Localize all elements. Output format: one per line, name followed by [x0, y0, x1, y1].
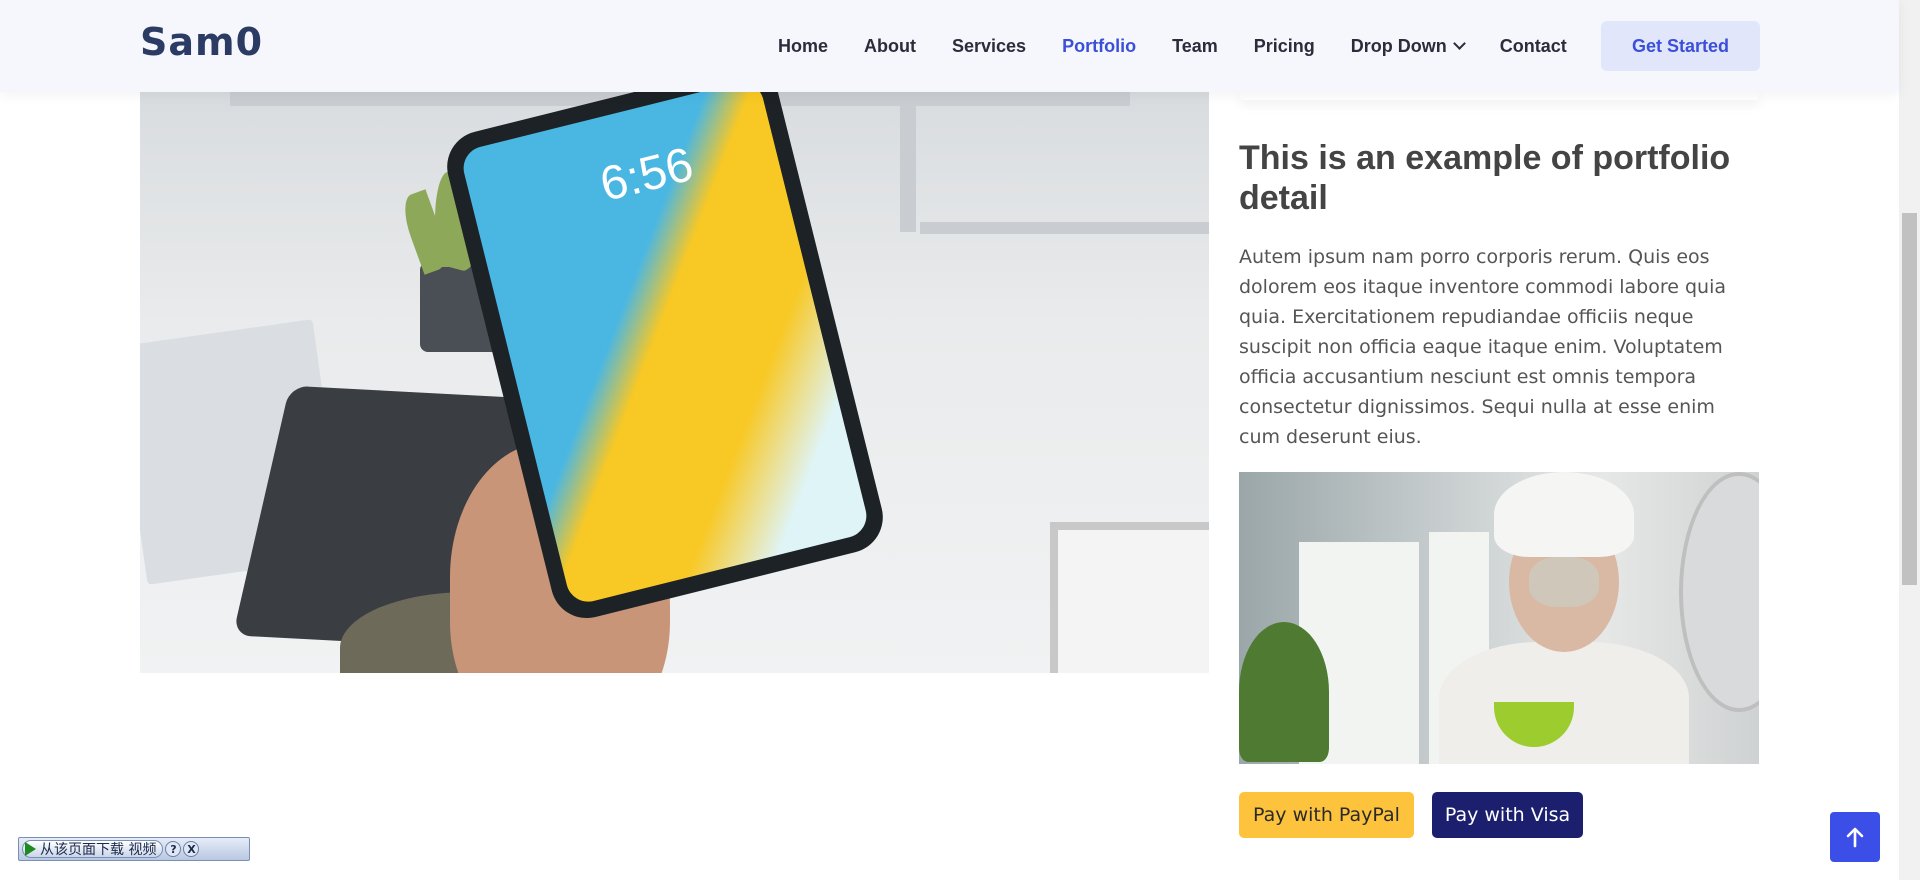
nav-team[interactable]: Team: [1154, 36, 1236, 57]
play-icon: [25, 842, 36, 856]
nav-about[interactable]: About: [846, 36, 934, 57]
nav-home[interactable]: Home: [760, 36, 846, 57]
pay-with-paypal-button[interactable]: Pay with PayPal: [1239, 792, 1414, 838]
back-to-top-button[interactable]: [1830, 812, 1880, 862]
section-heading-fragment: [640, 870, 720, 880]
download-video-label: 从该页面下载 视频: [40, 842, 157, 858]
site-header: Sam0 Home About Services Portfolio Team …: [0, 0, 1899, 92]
get-started-button[interactable]: Get Started: [1601, 21, 1760, 71]
arrow-up-icon: [1846, 827, 1864, 848]
window-frame: [900, 92, 916, 232]
nav-services[interactable]: Services: [934, 36, 1044, 57]
plant-image: [1239, 622, 1329, 762]
tablet-time: 6:56: [595, 137, 699, 212]
help-button[interactable]: ?: [165, 841, 182, 857]
pay-with-visa-button[interactable]: Pay with Visa: [1432, 792, 1583, 838]
face-mask-image: [1529, 557, 1599, 607]
portfolio-side-image: [1239, 472, 1759, 764]
nav-dropdown-label: Drop Down: [1350, 35, 1447, 56]
close-button[interactable]: X: [183, 841, 200, 857]
main-nav: Home About Services Portfolio Team Prici…: [760, 0, 1585, 92]
download-video-button[interactable]: 从该页面下载 视频: [22, 840, 164, 858]
chevron-down-icon: [1452, 36, 1466, 50]
mirror-image: [1679, 472, 1759, 712]
portfolio-title: This is an example of portfolio detail: [1239, 139, 1731, 217]
logo[interactable]: Sam0: [140, 20, 263, 64]
nav-portfolio[interactable]: Portfolio: [1044, 36, 1154, 57]
window-frame: [920, 222, 1209, 234]
towel-image: [1494, 472, 1634, 557]
nav-contact[interactable]: Contact: [1482, 36, 1585, 57]
box-image: [1050, 522, 1209, 673]
nav-pricing[interactable]: Pricing: [1236, 36, 1333, 57]
scrollbar-thumb[interactable]: [1902, 213, 1917, 585]
download-toolbar: 从该页面下载 视频 ? X: [18, 837, 250, 861]
nav-dropdown[interactable]: Drop Down: [1333, 36, 1482, 57]
portfolio-main-image: 6:56: [140, 92, 1209, 673]
portfolio-info-card: [1240, 92, 1759, 100]
portfolio-description: Autem ipsum nam porro corporis rerum. Qu…: [1239, 246, 1727, 448]
